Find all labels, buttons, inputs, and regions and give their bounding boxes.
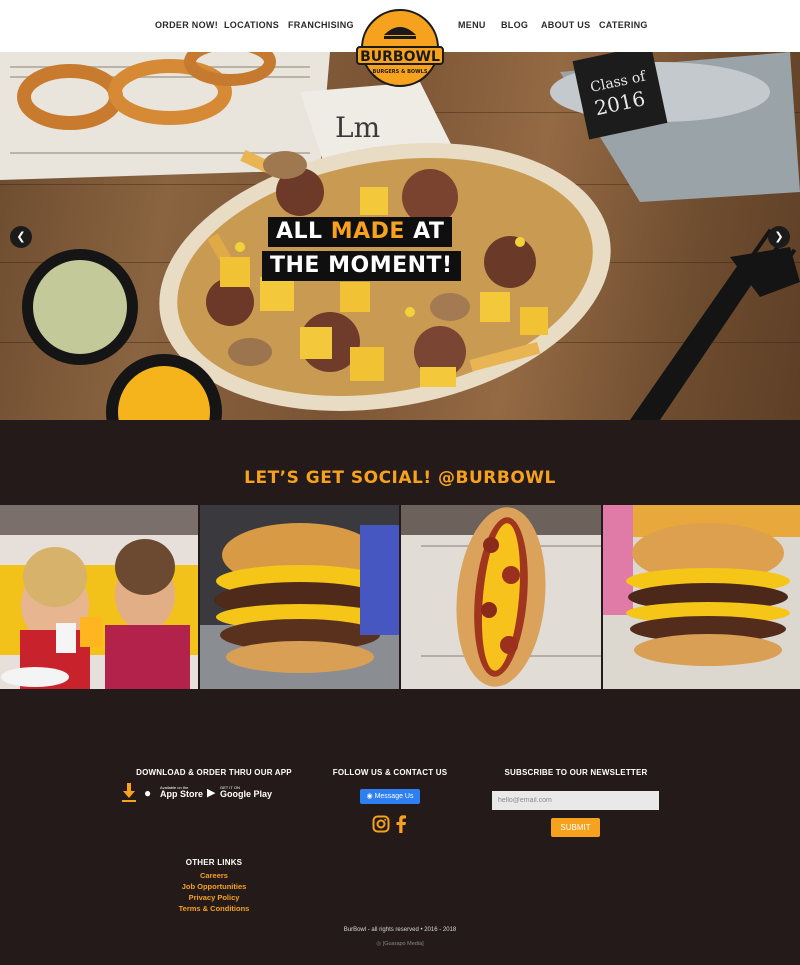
nav-locations[interactable]: LOCATIONS: [224, 20, 279, 30]
messenger-icon: ◉: [366, 793, 373, 800]
nav-about-us[interactable]: ABOUT US: [541, 20, 590, 30]
app-download-title: DOWNLOAD & ORDER THRU OUR APP: [136, 768, 292, 777]
instagram-icon[interactable]: [372, 815, 390, 833]
download-icon: [122, 783, 136, 802]
instagram-tile[interactable]: [603, 505, 800, 689]
hero-line1-a: ALL: [276, 219, 331, 244]
social-heading: LET’S GET SOCIAL! @BURBOWL: [244, 468, 556, 488]
logo-tagline: BURGERS & BOWLS: [373, 69, 428, 75]
follow-title: FOLLOW US & CONTACT US: [332, 768, 448, 777]
instagram-photo-friends: [0, 505, 198, 689]
burbowl-logo[interactable]: BURBOWL BURGERS & BOWLS: [351, 9, 449, 89]
hero-line1-c: AT: [404, 219, 445, 244]
chevron-right-icon: ❯: [774, 231, 784, 243]
instagram-tile[interactable]: [0, 505, 198, 689]
logo-text: BURBOWL: [360, 49, 440, 65]
link-privacy-policy[interactable]: Privacy Policy: [114, 893, 314, 902]
email-input[interactable]: [492, 791, 659, 810]
link-careers[interactable]: Careers: [114, 871, 314, 880]
google-play-label: Google Play: [220, 789, 273, 799]
copyright-text: BurBowl - all rights reserved • 2016 - 2…: [343, 927, 457, 933]
hero-slider: Lm Class of 2016 ALL MADE AT THE MOMENT!…: [0, 52, 800, 420]
slider-prev-button[interactable]: ❮: [10, 226, 32, 248]
messenger-button[interactable]: ◉ Message Us: [360, 789, 420, 804]
hero-line2: THE MOMENT!: [262, 251, 461, 281]
slider-next-button[interactable]: ❯: [768, 226, 790, 248]
link-terms-conditions[interactable]: Terms & Conditions: [114, 904, 314, 913]
google-play-icon: ▶: [207, 787, 216, 799]
nav-blog[interactable]: BLOG: [501, 20, 528, 30]
instagram-photo-double-burger: [603, 505, 800, 689]
other-links-title: OTHER LINKS: [185, 858, 243, 867]
chevron-left-icon: ❮: [16, 231, 26, 243]
instagram-tile[interactable]: [401, 505, 601, 689]
nav-catering[interactable]: CATERING: [599, 20, 648, 30]
nav-franchising[interactable]: FRANCHISING: [288, 20, 354, 30]
submit-button[interactable]: SUBMIT: [551, 818, 600, 837]
hero-line1-highlight: MADE: [330, 219, 405, 244]
svg-text:Lm: Lm: [335, 111, 380, 144]
link-job-opportunities[interactable]: Job Opportunities: [114, 882, 314, 891]
newsletter-title: SUBSCRIBE TO OUR NEWSLETTER: [504, 768, 648, 777]
app-store-label: App Store: [160, 789, 204, 799]
messenger-button-label: Message Us: [374, 793, 414, 800]
nav-order-now[interactable]: ORDER NOW!: [155, 20, 218, 30]
instagram-photo-burger: [200, 505, 399, 689]
instagram-tile[interactable]: [200, 505, 399, 689]
credit-label: [Guarapo Media]: [382, 941, 424, 947]
apple-icon: ●: [144, 786, 152, 800]
instagram-photo-hotdog: [401, 505, 601, 689]
facebook-icon[interactable]: [395, 815, 407, 833]
credit-text[interactable]: ◎ [Guarapo Media]: [0, 941, 800, 947]
nav-menu[interactable]: MENU: [458, 20, 486, 30]
credit-logo-icon: ◎: [376, 941, 382, 947]
hero-headline: ALL MADE AT THE MOMENT!: [262, 217, 461, 281]
